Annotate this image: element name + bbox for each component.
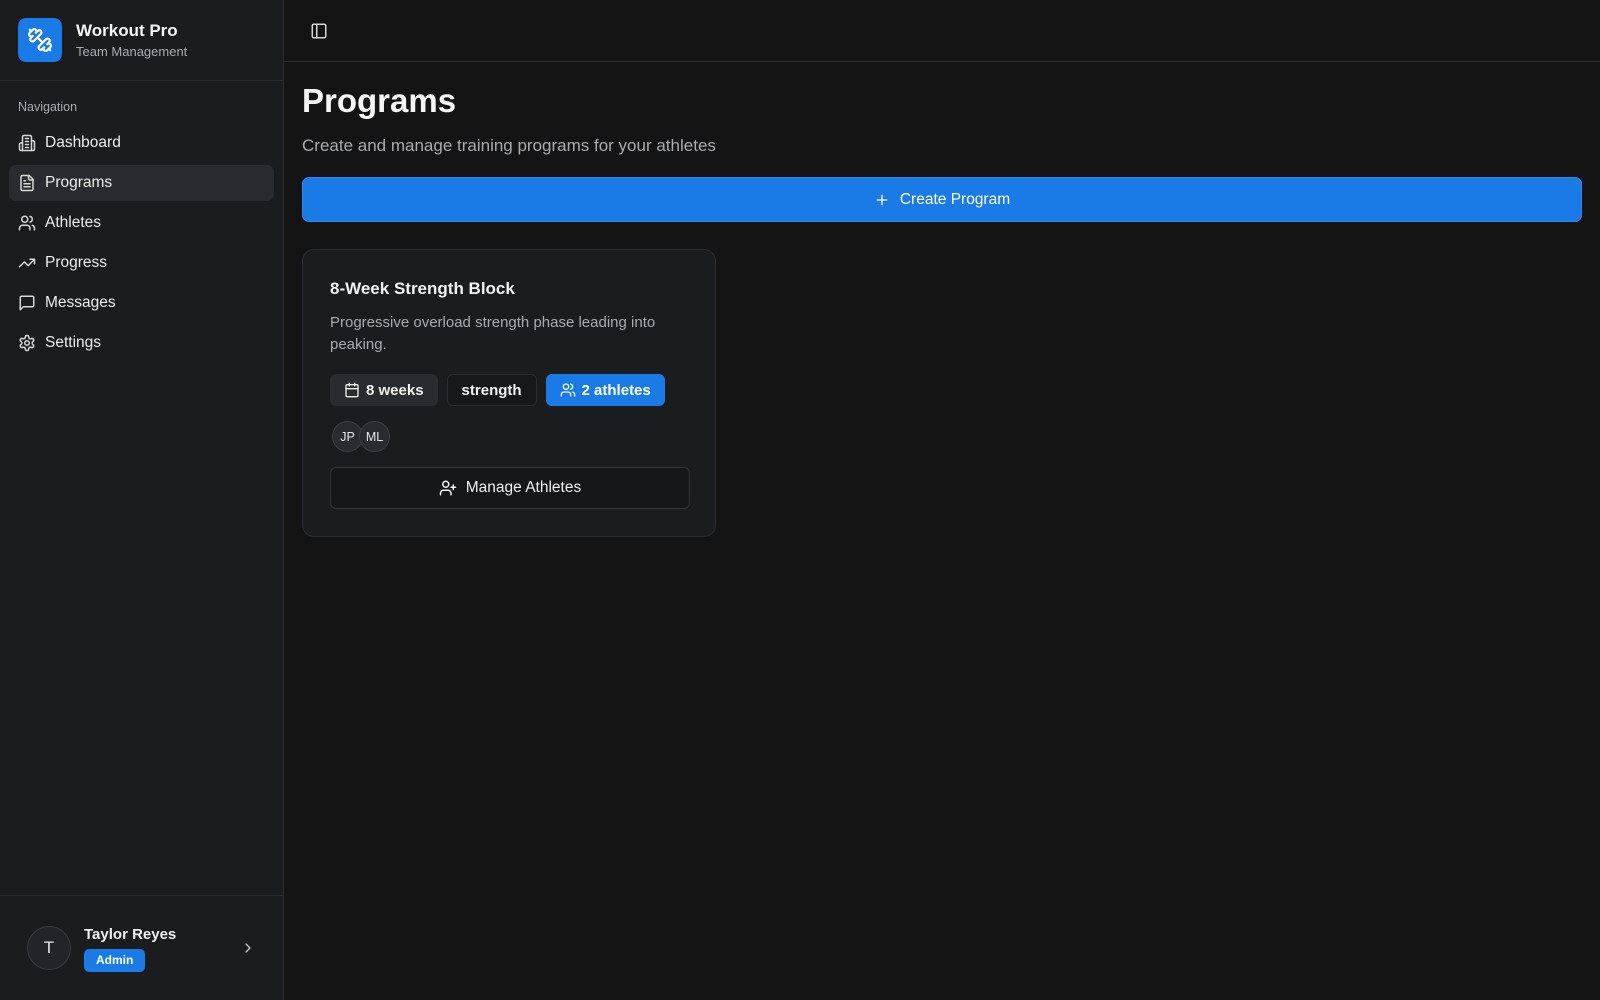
dumbbell-icon — [18, 18, 62, 62]
category-label: strength — [461, 381, 522, 399]
sidebar-item-dashboard[interactable]: Dashboard — [9, 125, 274, 161]
sidebar-item-athletes[interactable]: Athletes — [9, 205, 274, 241]
users-icon — [18, 215, 36, 231]
manage-athletes-button[interactable]: Manage Athletes — [330, 467, 690, 509]
create-program-label: Create Program — [899, 190, 1011, 208]
duration-badge: 8 weeks — [330, 374, 438, 406]
brand-subtitle: Team Management — [76, 43, 188, 59]
brand-title: Workout Pro — [76, 20, 178, 40]
trending-up-icon — [18, 258, 36, 268]
brand-text: Workout Pro Team Management — [76, 20, 187, 61]
plus-icon — [876, 194, 888, 205]
program-card[interactable]: 8-Week Strength Block Progressive overlo… — [302, 249, 716, 537]
brand[interactable]: Workout Pro Team Management — [0, 0, 283, 81]
user-menu[interactable]: T Taylor Reyes Admin — [0, 895, 283, 1000]
app: Workout Pro Team Management Navigation D… — [0, 0, 1600, 1000]
sidebar-item-progress[interactable]: Progress — [9, 245, 274, 281]
page-title: Programs — [302, 82, 457, 119]
sidebar-item-label: Dashboard — [45, 134, 121, 151]
athletes-count-badge: 2 athletes — [545, 374, 665, 406]
create-program-button[interactable]: Create Program — [302, 177, 1582, 222]
role-badge: Admin — [84, 948, 146, 972]
sidebar-item-label: Messages — [45, 294, 116, 311]
users-icon — [560, 383, 575, 397]
calendar-icon — [345, 382, 359, 398]
sidebar-nav: Navigation Dashboard Programs Athletes P… — [0, 81, 283, 895]
file-text-icon — [20, 174, 34, 192]
manage-athletes-label: Manage Athletes — [465, 479, 582, 496]
avatar: T — [27, 926, 71, 970]
program-tags: 8 weeks strength 2 athletes — [330, 374, 688, 406]
sidebar-item-messages[interactable]: Messages — [9, 285, 274, 321]
building-icon — [18, 134, 36, 152]
sidebar-item-label: Athletes — [45, 214, 102, 231]
athlete-avatars: JP ML — [330, 421, 688, 452]
duration-label: 8 weeks — [366, 381, 424, 399]
panel-left-icon — [311, 23, 327, 38]
user-name: Taylor Reyes — [84, 925, 177, 943]
sidebar: Workout Pro Team Management Navigation D… — [0, 0, 284, 1000]
avatar: ML — [359, 421, 390, 452]
sidebar-item-programs[interactable]: Programs — [9, 165, 274, 201]
chevron-right-icon[interactable] — [240, 940, 256, 956]
athletes-count-label: 2 athletes — [581, 381, 651, 399]
program-description: Progressive overload strength phase lead… — [330, 314, 656, 353]
sidebar-item-label: Programs — [45, 174, 113, 191]
program-title: 8-Week Strength Block — [330, 279, 515, 298]
sidebar-item-label: Progress — [45, 254, 108, 271]
message-square-icon — [19, 295, 35, 311]
category-badge: strength — [446, 374, 537, 406]
user-info: Taylor Reyes Admin — [84, 925, 240, 972]
sidebar-item-label: Settings — [45, 334, 102, 351]
user-plus-icon — [439, 480, 456, 496]
page-content: Programs Create and manage training prog… — [284, 62, 1600, 537]
page-subtitle: Create and manage training programs for … — [302, 136, 716, 155]
gear-icon — [19, 334, 35, 352]
main: Programs Create and manage training prog… — [284, 0, 1600, 1000]
topbar — [284, 0, 1600, 62]
nav-heading: Navigation — [18, 100, 78, 114]
sidebar-toggle-button[interactable] — [302, 14, 336, 48]
sidebar-item-settings[interactable]: Settings — [9, 325, 274, 361]
